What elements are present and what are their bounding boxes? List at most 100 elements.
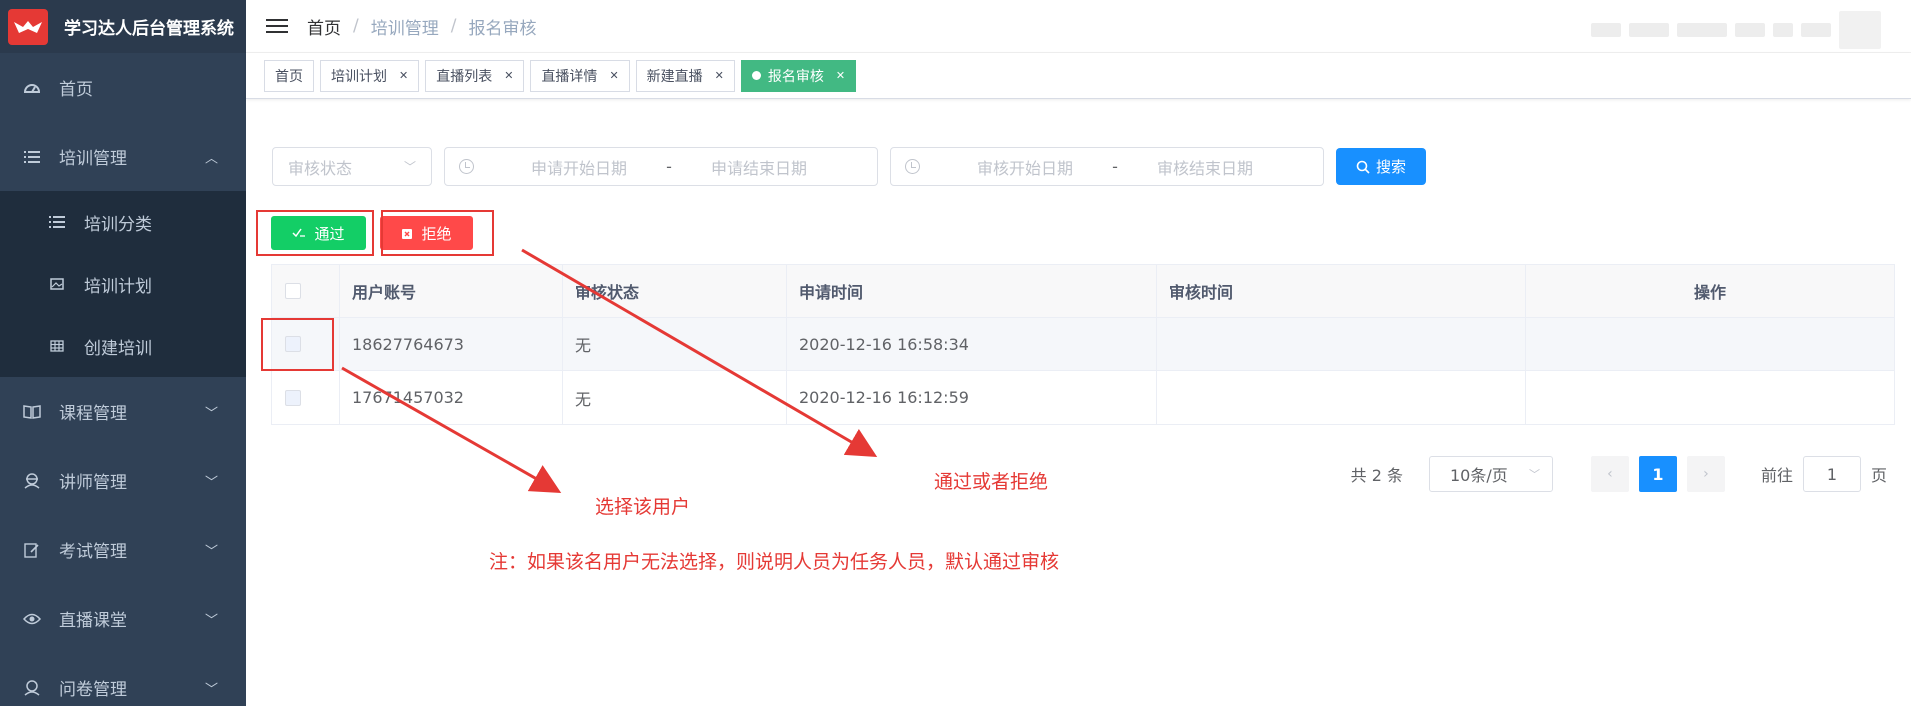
user-info-blurred[interactable] [1481, 10, 1881, 50]
search-button-label: 搜索 [1376, 156, 1406, 177]
sidebar-item-create-training[interactable]: 创建培训 [0, 315, 246, 377]
sidebar-item-label: 直播课堂 [59, 606, 127, 631]
range-separator: - [1090, 157, 1140, 176]
search-button[interactable]: 搜索 [1336, 148, 1426, 185]
next-page-button[interactable]: › [1687, 456, 1725, 492]
close-icon[interactable]: ✕ [715, 69, 724, 82]
range-separator: - [644, 157, 694, 176]
apply-end-date[interactable]: 申请结束日期 [694, 155, 824, 179]
cell-status: 无 [563, 318, 787, 370]
enrollment-table: 用户账号 审核状态 申请时间 审核时间 操作 18627764673 无 202… [271, 264, 1895, 425]
sidebar-item-label: 培训计划 [84, 272, 152, 297]
sidebar-item-label: 首页 [59, 75, 93, 100]
column-header: 用户账号 [340, 265, 563, 317]
chevron-left-icon: ‹ [1607, 466, 1613, 482]
close-icon[interactable]: ✕ [399, 69, 408, 82]
tag-training-plan[interactable]: 培训计划 ✕ [320, 60, 419, 92]
tag-label: 报名审核 [768, 66, 824, 86]
sidebar: 学习达人后台管理系统 首页 培训管理 ︿ 培训分类 培训计划 [0, 0, 246, 706]
app-logo-bar: 学习达人后台管理系统 [0, 0, 246, 53]
cell-status: 无 [563, 371, 787, 424]
page-unit-label: 页 [1871, 462, 1887, 486]
chevron-up-icon: ︿ [205, 147, 218, 166]
sidebar-item-teachers[interactable]: 讲师管理 ﹀ [0, 446, 246, 515]
chevron-down-icon: ﹀ [205, 471, 218, 490]
cell-account: 18627764673 [340, 318, 563, 370]
tag-new-live[interactable]: 新建直播 ✕ [636, 60, 735, 92]
breadcrumb-home[interactable]: 首页 [307, 14, 341, 39]
cell-account: 17671457032 [340, 371, 563, 424]
eye-icon [23, 610, 41, 628]
top-navbar: 首页 / 培训管理 / 报名审核 [246, 0, 1911, 53]
sidebar-item-surveys[interactable]: 问卷管理 ﹀ [0, 653, 246, 722]
table-row[interactable]: 17671457032 无 2020-12-16 16:12:59 [272, 371, 1894, 424]
annotation-select-user: 选择该用户 [595, 492, 690, 519]
cell-review-time [1157, 371, 1526, 424]
tag-enrollment-review[interactable]: 报名审核 ✕ [741, 60, 856, 92]
apply-start-date[interactable]: 申请开始日期 [514, 155, 644, 179]
column-header: 申请时间 [787, 265, 1157, 317]
training-submenu: 培训分类 培训计划 创建培训 [0, 191, 246, 377]
annotation-box-pass [256, 210, 374, 256]
tag-live-list[interactable]: 直播列表 ✕ [425, 60, 524, 92]
sidebar-item-label: 讲师管理 [59, 468, 127, 493]
goto-label: 前往 [1761, 462, 1793, 486]
page-size-value: 10条/页 [1450, 462, 1508, 486]
table-row[interactable]: 18627764673 无 2020-12-16 16:58:34 [272, 318, 1894, 371]
sidebar-item-live[interactable]: 直播课堂 ﹀ [0, 584, 246, 653]
close-icon[interactable]: ✕ [836, 69, 845, 82]
review-status-select[interactable]: 审核状态 ﹀ [272, 147, 432, 186]
annotation-pass-or-reject: 通过或者拒绝 [934, 467, 1048, 494]
pagination-total: 共 2 条 [1351, 462, 1403, 486]
sidebar-item-home[interactable]: 首页 [0, 53, 246, 122]
sidebar-item-label: 创建培训 [84, 334, 152, 359]
list-icon [48, 213, 66, 231]
review-start-date[interactable]: 审核开始日期 [960, 155, 1090, 179]
apply-date-range[interactable]: 申请开始日期 - 申请结束日期 [444, 147, 878, 186]
sidebar-item-exams[interactable]: 考试管理 ﹀ [0, 515, 246, 584]
chevron-down-icon: ﹀ [205, 678, 218, 697]
select-placeholder: 审核状态 [288, 155, 352, 179]
edit-icon [23, 541, 41, 559]
sidebar-item-training[interactable]: 培训管理 ︿ [0, 122, 246, 191]
annotation-box-reject [381, 210, 494, 256]
pagination: 共 2 条 10条/页 ﹀ ‹ 1 › 前往 1 页 [1351, 456, 1887, 492]
hamburger-icon[interactable] [266, 19, 288, 33]
sidebar-item-training-category[interactable]: 培训分类 [0, 191, 246, 253]
app-title: 学习达人后台管理系统 [64, 14, 234, 39]
column-header: 审核状态 [563, 265, 787, 317]
dashboard-icon [23, 79, 41, 97]
header-checkbox-cell [272, 265, 340, 317]
teacher-icon [23, 472, 41, 490]
tag-label: 直播详情 [541, 66, 597, 86]
logo-icon [8, 9, 48, 45]
sidebar-item-training-plan[interactable]: 培训计划 [0, 253, 246, 315]
row-checkbox[interactable] [285, 390, 301, 406]
chevron-right-icon: › [1703, 466, 1709, 482]
breadcrumb: 首页 / 培训管理 / 报名审核 [307, 14, 536, 39]
goto-page-input[interactable]: 1 [1803, 456, 1861, 492]
column-header: 操作 [1526, 265, 1894, 317]
chevron-down-icon: ﹀ [205, 402, 218, 421]
cell-operation [1526, 318, 1894, 370]
close-icon[interactable]: ✕ [609, 69, 618, 82]
page-number-current[interactable]: 1 [1639, 456, 1677, 492]
sidebar-item-courses[interactable]: 课程管理 ﹀ [0, 377, 246, 446]
select-all-checkbox[interactable] [285, 283, 301, 299]
prev-page-button[interactable]: ‹ [1591, 456, 1629, 492]
page-size-select[interactable]: 10条/页 ﹀ [1429, 456, 1553, 492]
review-date-range[interactable]: 审核开始日期 - 审核结束日期 [890, 147, 1324, 186]
close-icon[interactable]: ✕ [504, 69, 513, 82]
sidebar-item-label: 培训分类 [84, 210, 152, 235]
column-header: 审核时间 [1157, 265, 1526, 317]
tag-home[interactable]: 首页 [264, 60, 314, 92]
clock-icon [905, 159, 920, 174]
annotation-box-checkbox [261, 318, 334, 371]
review-end-date[interactable]: 审核结束日期 [1140, 155, 1270, 179]
survey-icon [23, 679, 41, 697]
clock-icon [459, 159, 474, 174]
chevron-down-icon: ﹀ [205, 609, 218, 628]
cell-apply-time: 2020-12-16 16:58:34 [787, 318, 1157, 370]
tag-live-detail[interactable]: 直播详情 ✕ [530, 60, 629, 92]
sidebar-item-label: 考试管理 [59, 537, 127, 562]
